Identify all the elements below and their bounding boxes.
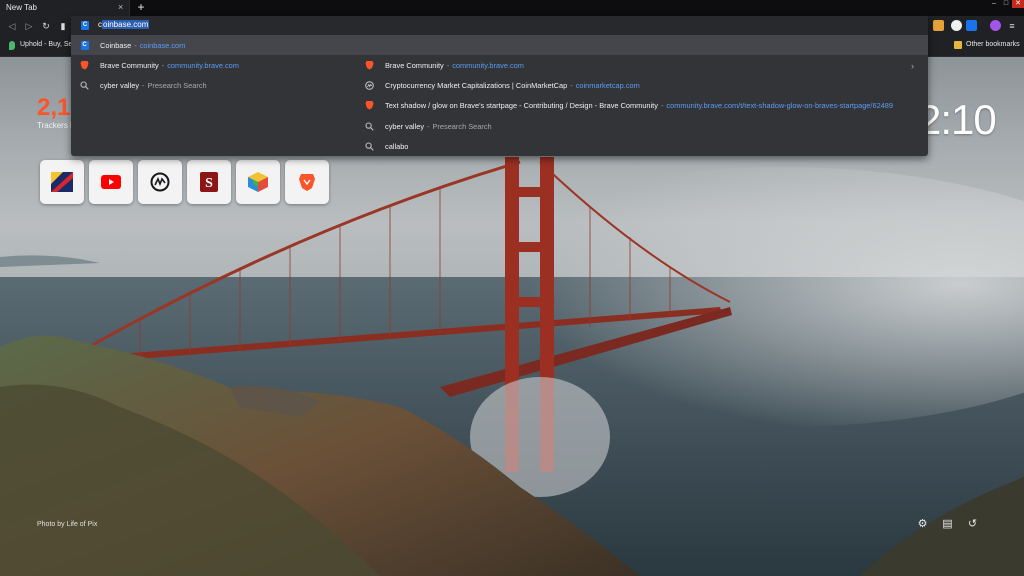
tab-close-icon[interactable]: ×	[118, 2, 123, 12]
suggestion-url: community.brave.com	[167, 60, 239, 70]
suggestion-row[interactable]: Cryptocurrency Market Capitalizations | …	[365, 75, 640, 95]
suggestion-hint: Presearch Search	[432, 121, 492, 131]
top-site-tile[interactable]: S	[187, 160, 231, 204]
folder-icon	[954, 41, 962, 49]
minimize-icon[interactable]: –	[988, 0, 1000, 8]
window-controls: – □ ✕	[988, 0, 1024, 8]
suggestion-url: community.brave.com/t/text-shadow-glow-o…	[666, 100, 894, 110]
top-site-tile[interactable]	[89, 160, 133, 204]
suggestion-row[interactable]: cyber valley - Presearch Search	[80, 75, 207, 95]
suggestion-separator: -	[142, 80, 145, 90]
suggestion-row[interactable]: Text shadow / glow on Brave's startpage …	[365, 95, 893, 115]
brave-icon	[299, 174, 315, 191]
svg-text:S: S	[205, 176, 213, 191]
suggestion-title: Brave Community	[100, 60, 159, 70]
tab-strip: New Tab × + – □ ✕	[0, 0, 1024, 16]
top-site-tile[interactable]	[285, 160, 329, 204]
coinmarketcap-icon	[150, 172, 170, 192]
search-icon	[365, 141, 374, 151]
tab-title: New Tab	[6, 3, 37, 12]
suggestion-title: cyber valley	[385, 121, 425, 131]
suggestion-title: Text shadow / glow on Brave's startpage …	[385, 100, 658, 110]
stanford-icon: S	[200, 172, 218, 192]
suggestion-separator: -	[660, 100, 664, 110]
omnibox-input[interactable]: C coinbase.com	[71, 16, 928, 35]
suggestion-row[interactable]: C Coinbase - coinbase.com	[71, 35, 928, 55]
suggestion-hint: Presearch Search	[147, 80, 207, 90]
coinmarketcap-icon	[365, 80, 374, 90]
other-bookmarks[interactable]: Other bookmarks	[966, 41, 1020, 48]
settings-icon[interactable]: ⚙	[916, 518, 929, 531]
suggestion-separator: -	[570, 80, 573, 90]
back-icon[interactable]: ◁	[6, 20, 18, 32]
profile-avatar[interactable]	[990, 20, 1001, 31]
brave-icon	[365, 61, 374, 70]
suggestion-title: Brave Community	[385, 60, 444, 70]
suggestion-row[interactable]: Brave Community - community.brave.com	[80, 55, 239, 75]
forward-icon[interactable]: ▷	[23, 20, 35, 32]
history-icon[interactable]: ↺	[966, 518, 979, 531]
chevron-right-icon[interactable]: ›	[911, 61, 914, 71]
extension-icon[interactable]	[966, 20, 977, 31]
omnibox-text[interactable]: coinbase.com	[98, 20, 150, 29]
cube-icon	[248, 172, 268, 192]
suggestion-title: cyber valley	[100, 80, 140, 90]
menu-icon[interactable]: ≡	[1006, 20, 1018, 32]
bookmark-uphold[interactable]: Uphold - Buy, Sell,	[20, 41, 77, 48]
uphold-icon	[9, 41, 15, 50]
suggestion-separator: -	[134, 40, 137, 50]
site-1-icon	[51, 172, 73, 192]
search-icon	[80, 80, 89, 90]
window-close-icon[interactable]: ✕	[1012, 0, 1024, 8]
suggestion-row[interactable]: Brave Community - community.brave.com	[365, 55, 524, 75]
extension-icon[interactable]	[951, 20, 962, 31]
suggestion-title: Cryptocurrency Market Capitalizations | …	[385, 80, 568, 90]
autocomplete-selection: oinbase.com	[102, 20, 150, 29]
suggestion-separator: -	[161, 60, 165, 70]
suggestion-url: coinmarketcap.com	[575, 80, 640, 90]
suggestion-separator: -	[427, 121, 430, 131]
youtube-icon	[101, 175, 121, 189]
suggestion-title: Coinbase	[100, 40, 132, 50]
extension-icon[interactable]	[933, 20, 944, 31]
suggestion-url: coinbase.com	[139, 40, 186, 50]
suggestion-row[interactable]: callabo	[365, 136, 408, 156]
top-sites: S	[40, 160, 329, 204]
photo-credit: Photo by Life of Pix	[37, 521, 98, 528]
coinbase-icon: C	[80, 40, 89, 50]
bookmarks-icon[interactable]: ▤	[941, 518, 954, 531]
tab-new-tab[interactable]: New Tab ×	[0, 0, 130, 16]
clock: 2:10	[918, 96, 997, 143]
reload-icon[interactable]: ↻	[40, 20, 52, 32]
maximize-icon[interactable]: □	[1000, 0, 1012, 8]
bookmark-page-icon[interactable]: ▮	[57, 20, 69, 32]
suggestion-title: callabo	[385, 141, 409, 151]
top-site-tile[interactable]	[236, 160, 280, 204]
top-site-tile[interactable]	[138, 160, 182, 204]
brave-icon	[365, 101, 374, 110]
new-tab-button[interactable]: +	[135, 0, 147, 15]
suggestion-row[interactable]: cyber valley - Presearch Search	[365, 116, 492, 136]
suggestion-separator: -	[446, 60, 450, 70]
search-icon	[365, 121, 374, 131]
top-site-tile[interactable]	[40, 160, 84, 204]
omnibox-dropdown: C coinbase.com C Coinbase - coinbase.com…	[71, 16, 928, 156]
suggestion-url: community.brave.com	[452, 60, 524, 70]
trackers-label: Trackers b	[37, 121, 75, 130]
brave-icon	[80, 61, 89, 70]
site-favicon: C	[81, 21, 89, 30]
